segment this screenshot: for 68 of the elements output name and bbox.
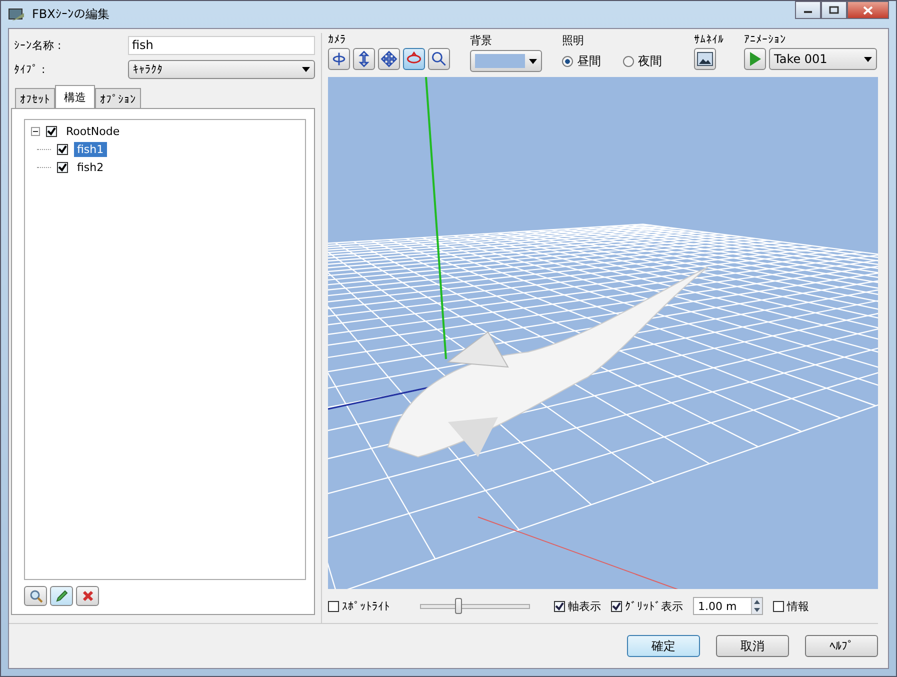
grid-size-spinbox[interactable]: 1.00 m <box>693 597 763 615</box>
thumbnail-label: ｻﾑﾈｲﾙ <box>694 33 724 46</box>
caret-icon <box>302 66 310 72</box>
pencil-icon <box>54 589 68 603</box>
play-button[interactable] <box>744 48 766 70</box>
slider-thumb[interactable] <box>454 598 462 614</box>
app-icon <box>8 6 26 22</box>
search-button[interactable] <box>24 586 47 606</box>
camera-tool-button[interactable] <box>328 48 350 70</box>
cross-icon <box>82 590 94 602</box>
checkbox[interactable] <box>554 600 565 612</box>
dialog-button[interactable]: 確定 <box>627 635 700 657</box>
checkbox-label: 軸表示 <box>568 598 601 614</box>
checkbox[interactable] <box>611 600 622 612</box>
type-label: ﾀｲﾌﾟ : <box>13 62 46 76</box>
window-title: FBXｼｰﾝの編集 <box>32 6 110 23</box>
type-dropdown[interactable]: ｷｬﾗｸﾀ <box>128 60 315 78</box>
scene-name-field[interactable]: fish <box>128 36 315 54</box>
animation-dropdown[interactable]: Take 001 <box>769 48 877 70</box>
radio-label: 夜間 <box>638 52 662 70</box>
maximize-icon <box>829 6 839 14</box>
checkbox[interactable] <box>57 162 68 172</box>
radio-button[interactable] <box>623 56 634 66</box>
animation-label: ｱﾆﾒｰｼｮﾝ <box>744 33 787 46</box>
landscape-image-icon <box>697 52 713 66</box>
close-icon <box>863 6 873 14</box>
camera-tool-button[interactable] <box>353 48 375 70</box>
radio-button[interactable] <box>562 56 573 66</box>
tab[interactable]: ｵﾌﾟｼｮﾝ <box>95 88 141 109</box>
maximize-button[interactable] <box>821 1 847 19</box>
caret-icon <box>864 56 872 62</box>
tree-node[interactable]: fish1 <box>74 142 107 156</box>
camera-tool-button[interactable] <box>403 48 425 70</box>
collapse-icon[interactable] <box>31 126 40 136</box>
close-button[interactable] <box>847 1 889 19</box>
camera-tool-icon <box>430 50 448 68</box>
tab[interactable]: ｵﾌｾｯﾄ <box>15 88 55 109</box>
scene-name-label: ｼｰﾝ名称 : <box>13 38 62 52</box>
checkbox[interactable] <box>328 600 339 612</box>
checkbox[interactable] <box>773 600 784 612</box>
lighting-label: 照明 <box>562 33 585 48</box>
background-label: 背景 <box>470 33 493 48</box>
color-swatch <box>475 54 525 68</box>
checkbox[interactable] <box>46 126 57 136</box>
camera-tool-icon <box>330 50 348 68</box>
background-color-picker[interactable] <box>470 50 542 72</box>
checkbox-label: 情報 <box>787 598 809 614</box>
camera-tool-button[interactable] <box>428 48 450 70</box>
dialog-button[interactable]: 取消 <box>716 635 789 657</box>
delete-button[interactable] <box>76 586 99 606</box>
play-icon <box>748 51 762 67</box>
minimize-button[interactable] <box>795 1 821 19</box>
tree-node[interactable]: RootNode <box>63 124 123 138</box>
tab[interactable]: 構造 <box>55 85 95 109</box>
thumbnail-button[interactable] <box>694 48 716 70</box>
checkbox-label: ｽﾎﾟｯﾄﾗｲﾄ <box>342 600 390 612</box>
checkbox-label: ｸﾞﾘｯﾄﾞ表示 <box>625 598 683 614</box>
search-icon <box>28 589 42 603</box>
camera-tool-icon <box>380 50 398 68</box>
dialog-button[interactable]: ﾍﾙﾌﾟ <box>805 635 878 657</box>
checkbox[interactable] <box>57 144 68 154</box>
tree-node[interactable]: fish2 <box>74 160 107 174</box>
edit-button[interactable] <box>50 586 73 606</box>
camera-tool-button[interactable] <box>378 48 400 70</box>
spin-arrows-icon[interactable] <box>752 598 762 614</box>
caret-icon <box>529 58 537 64</box>
radio-label: 昼間 <box>577 52 601 70</box>
camera-label: ｶﾒﾗ <box>328 33 347 46</box>
